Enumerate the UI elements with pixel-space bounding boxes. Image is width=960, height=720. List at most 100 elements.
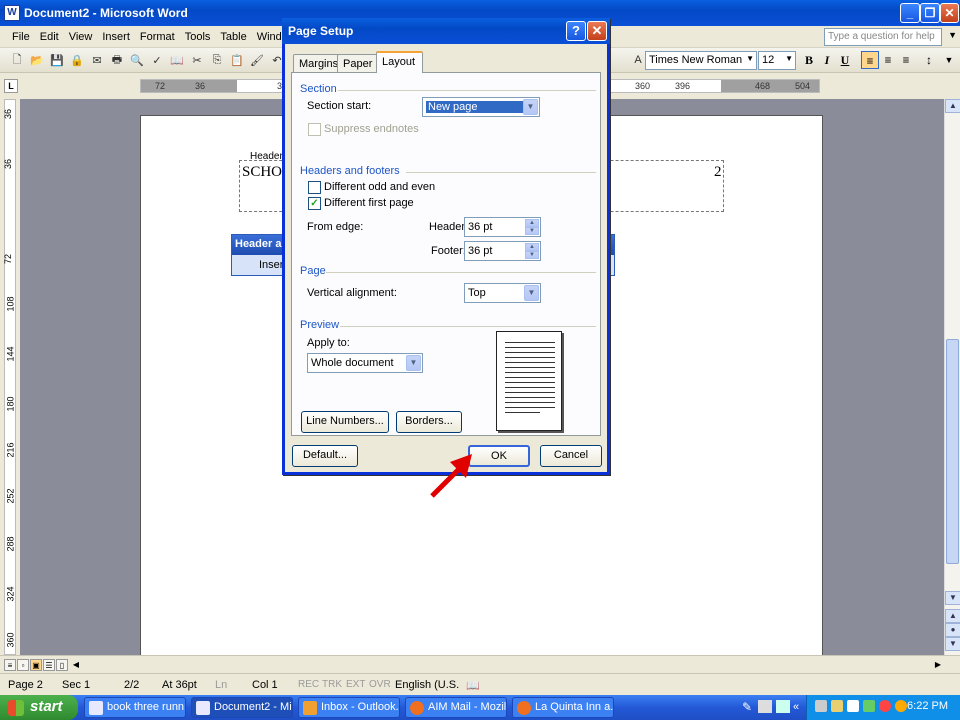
cut-icon[interactable]: ✂	[188, 51, 206, 69]
taskbar-item[interactable]: Inbox - Outlook...	[298, 697, 400, 718]
apply-to-select[interactable]: Whole document ▼	[307, 353, 423, 373]
first-page-checkbox[interactable]: ✓	[308, 197, 321, 210]
menu-edit[interactable]: Edit	[35, 31, 64, 43]
menu-view[interactable]: View	[64, 31, 98, 43]
cancel-button[interactable]: Cancel	[540, 445, 602, 467]
font-size-box[interactable]: 12 ▼	[758, 51, 796, 70]
status-ext[interactable]: EXT	[346, 679, 365, 690]
pen-icon[interactable]: ✎	[742, 700, 752, 714]
restore-button[interactable]: ❐	[920, 3, 940, 23]
taskbar-item[interactable]: Document2 - Mi...	[191, 697, 293, 718]
email-icon[interactable]: ✉	[88, 51, 106, 69]
menu-file[interactable]: File	[0, 31, 35, 43]
scroll-up-icon[interactable]: ▲	[945, 99, 960, 113]
spin-down-icon[interactable]: ▼	[525, 251, 539, 259]
scroll-down-icon[interactable]: ▼	[945, 591, 960, 605]
clock[interactable]: 6:22 PM	[907, 700, 948, 712]
bold-button[interactable]: B	[800, 51, 818, 69]
status-ovr[interactable]: OVR	[369, 679, 391, 690]
permission-icon[interactable]: 🔒	[68, 51, 86, 69]
taskbar-item[interactable]: La Quinta Inn a...	[512, 697, 614, 718]
print-layout-icon[interactable]: ▣	[30, 659, 42, 671]
tab-layout[interactable]: Layout	[376, 51, 423, 73]
format-painter-icon[interactable]: 🖌	[248, 51, 266, 69]
line-spacing-icon[interactable]: ↕	[920, 51, 938, 69]
italic-button[interactable]: I	[818, 51, 836, 69]
spelling-status-icon[interactable]: 📖	[466, 679, 480, 692]
copy-icon[interactable]: ⎘	[208, 51, 226, 69]
reading-view-icon[interactable]: ▯	[56, 659, 68, 671]
help-dropdown-icon[interactable]: ▼	[948, 30, 957, 40]
toolbar-options-icon[interactable]: ▼	[940, 51, 958, 69]
taskbar-item[interactable]: AIM Mail - Mozilla...	[405, 697, 507, 718]
save-icon[interactable]: 💾	[48, 51, 66, 69]
spin-up-icon[interactable]: ▲	[525, 243, 539, 251]
vertical-ruler[interactable]: 36 36 72 108 144 180 216 252 288 324 360	[0, 99, 20, 655]
paste-icon[interactable]: 📋	[228, 51, 246, 69]
help-search-input[interactable]: Type a question for help	[824, 28, 942, 46]
scroll-thumb[interactable]	[946, 339, 959, 564]
dialog-title-bar[interactable]: Page Setup ? ✕	[282, 18, 610, 44]
section-start-select[interactable]: New page ▼	[422, 97, 540, 117]
web-view-icon[interactable]: ▫	[17, 659, 29, 671]
horizontal-scrollbar[interactable]: ≡ ▫ ▣ ☰ ▯ ◀ ▶	[0, 655, 960, 673]
quicklaunch-icon[interactable]	[758, 700, 772, 713]
expand-tray-icon[interactable]: «	[793, 701, 799, 713]
tab-selector[interactable]: L	[4, 79, 18, 93]
menu-insert[interactable]: Insert	[97, 31, 135, 43]
tray-icon[interactable]	[815, 700, 827, 712]
vertical-scrollbar[interactable]: ▲ ▼ ▲ ● ▼	[944, 99, 960, 655]
print-icon[interactable]: 🖶	[108, 51, 126, 69]
font-name-box[interactable]: Times New Roman ▼	[645, 51, 757, 70]
normal-view-icon[interactable]: ≡	[4, 659, 16, 671]
tray-icon[interactable]	[847, 700, 859, 712]
align-right-icon[interactable]: ≡	[897, 51, 915, 69]
underline-button[interactable]: U	[836, 51, 854, 69]
minimize-button[interactable]: _	[900, 3, 920, 23]
network-icon[interactable]	[863, 700, 875, 712]
scroll-right-icon[interactable]: ▶	[932, 659, 944, 671]
new-document-icon[interactable]: 🗋	[8, 51, 26, 69]
align-center-icon[interactable]: ≡	[879, 51, 897, 69]
default-button[interactable]: Default...	[292, 445, 358, 467]
odd-even-checkbox[interactable]	[308, 181, 321, 194]
suppress-endnotes-checkbox[interactable]	[308, 123, 321, 136]
previous-page-icon[interactable]: ▲	[945, 609, 960, 623]
chevron-down-icon: ▼	[524, 285, 539, 301]
tray-icon[interactable]	[831, 700, 843, 712]
menu-table[interactable]: Table	[215, 31, 251, 43]
status-trk[interactable]: TRK	[322, 679, 342, 690]
quicklaunch-icon[interactable]	[776, 700, 790, 713]
open-icon[interactable]: 📂	[28, 51, 46, 69]
line-numbers-button[interactable]: Line Numbers...	[301, 411, 389, 433]
header-distance-input[interactable]: 36 pt ▲ ▼	[464, 217, 541, 237]
spelling-icon[interactable]: ✓	[148, 51, 166, 69]
browse-object-icon[interactable]: ●	[945, 623, 960, 637]
borders-button[interactable]: Borders...	[396, 411, 462, 433]
scroll-left-icon[interactable]: ◀	[70, 659, 82, 671]
taskbar-item[interactable]: book three runn...	[84, 697, 186, 718]
close-button[interactable]: ✕	[940, 3, 959, 23]
dialog-close-icon[interactable]: ✕	[587, 21, 607, 41]
status-rec[interactable]: REC	[298, 679, 319, 690]
word-app-icon[interactable]: W	[4, 5, 20, 21]
research-icon[interactable]: 📖	[168, 51, 186, 69]
tray-icon[interactable]	[895, 700, 907, 712]
print-preview-icon[interactable]: 🔍	[128, 51, 146, 69]
spin-down-icon[interactable]: ▼	[525, 227, 539, 235]
start-button[interactable]: start	[0, 695, 78, 720]
align-left-icon[interactable]: ≡	[861, 51, 879, 69]
tab-paper[interactable]: Paper	[337, 54, 379, 72]
vruler-tick: 288	[5, 536, 16, 552]
next-page-icon[interactable]: ▼	[945, 637, 960, 651]
spin-up-icon[interactable]: ▲	[525, 219, 539, 227]
footer-distance-input[interactable]: 36 pt ▲ ▼	[464, 241, 541, 261]
vruler-tick: 252	[5, 488, 16, 504]
menu-tools[interactable]: Tools	[180, 31, 216, 43]
help-icon[interactable]: ?	[566, 21, 586, 41]
tray-icon[interactable]	[879, 700, 891, 712]
outline-view-icon[interactable]: ☰	[43, 659, 55, 671]
section-start-label: Section start:	[307, 100, 372, 112]
vertical-alignment-select[interactable]: Top ▼	[464, 283, 541, 303]
menu-format[interactable]: Format	[135, 31, 180, 43]
